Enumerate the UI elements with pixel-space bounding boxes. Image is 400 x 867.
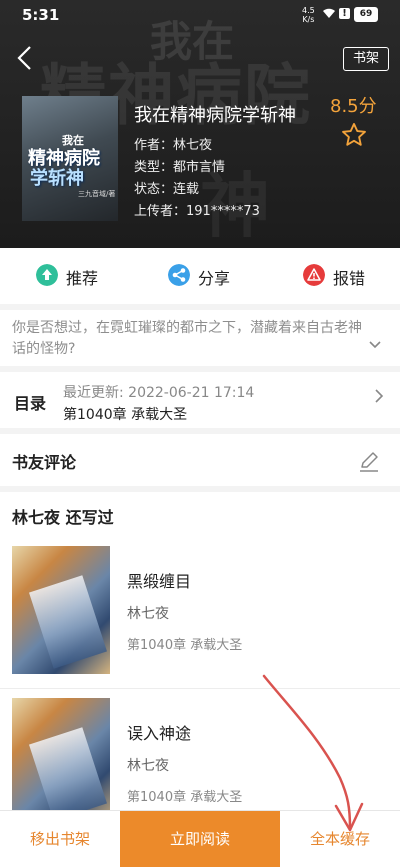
star-outline-icon[interactable] [340,121,368,149]
divider [0,688,400,689]
report-label: 报错 [333,269,366,288]
network-speed-value: 4.5 [302,6,315,15]
other-works-heading: 林七夜 还写过 [12,508,114,527]
book-title: 我在精神病院学斩神 [134,105,296,126]
status-time: 5:31 [22,6,60,24]
work-cover-image [12,546,110,674]
share-label: 分享 [198,269,231,288]
toc-label: 目录 [14,394,47,413]
description-text: 你是否想过，在霓虹璀璨的都市之下，潜藏着来自古老神话的怪物? [12,320,362,357]
edit-pencil-icon[interactable] [356,448,382,474]
list-item[interactable]: 误入神途 林七夜 第1040章 承载大圣 [0,698,400,828]
book-rating: 8.5分 [330,96,377,117]
comments-label: 书友评论 [12,453,77,472]
work-chapter: 第1040章 承载大圣 [127,638,243,653]
chevron-down-icon[interactable] [368,340,382,350]
share-button[interactable]: 分享 [168,248,248,304]
toc-last-updated: 最近更新: 2022-06-21 17:14 [63,385,255,401]
back-button[interactable] [14,44,38,74]
notification-icon: ! [339,8,350,19]
cache-all-button[interactable]: 全本缓存 [280,811,400,867]
book-author: 作者：林七夜 [134,138,213,153]
cover-text-line3: 学斩神 [30,168,84,189]
work-author: 林七夜 [127,758,169,774]
book-description[interactable]: 你是否想过，在霓虹璀璨的都市之下，潜藏着来自古老神话的怪物? [0,310,400,366]
share-icon [168,264,190,286]
thumbs-up-icon [36,264,58,286]
book-cover: 我在 精神病院 学斩神 三九音域/著 [22,96,118,221]
chevron-left-icon [17,46,31,70]
table-of-contents-row[interactable]: 目录 最近更新: 2022-06-21 17:14 第1040章 承载大圣 [0,372,400,428]
book-type: 类型：都市言情 [134,160,226,175]
recommend-button[interactable]: 推荐 [36,248,116,304]
list-item[interactable]: 黑缎缠目 林七夜 第1040章 承载大圣 [0,546,400,676]
chevron-right-icon [375,389,384,403]
action-bar: 推荐 分享 报错 [0,248,400,304]
work-cover-image [12,698,110,826]
bookshelf-button[interactable]: 书架 [343,47,389,71]
wifi-icon [322,7,336,23]
work-chapter: 第1040章 承载大圣 [127,790,243,805]
status-bar: 5:31 4.5 K/s ! 69 [0,0,400,30]
report-button[interactable]: 报错 [303,248,383,304]
remove-from-shelf-button[interactable]: 移出书架 [0,811,120,867]
bottom-action-bar: 移出书架 立即阅读 全本缓存 [0,810,400,867]
book-header: 我在 精神病院 神 5:31 4.5 K/s ! 69 书架 我在 精神病院 学… [0,0,400,248]
book-status: 状态：连载 [134,182,200,197]
work-title: 黑缎缠目 [127,572,192,591]
read-now-button[interactable]: 立即阅读 [120,811,280,867]
toc-latest-chapter: 第1040章 承载大圣 [63,407,188,423]
book-uploader: 上传者：191*****73 [134,204,260,219]
comments-section: 书友评论 [0,434,400,486]
battery-icon: 69 [354,7,378,22]
cover-text-line4: 三九音域/著 [78,190,116,198]
recommend-label: 推荐 [66,269,99,288]
warning-icon [303,264,325,286]
work-title: 误入神途 [127,724,192,743]
network-speed-unit: K/s [302,15,315,24]
network-speed: 4.5 K/s [302,6,315,24]
work-author: 林七夜 [127,606,169,622]
